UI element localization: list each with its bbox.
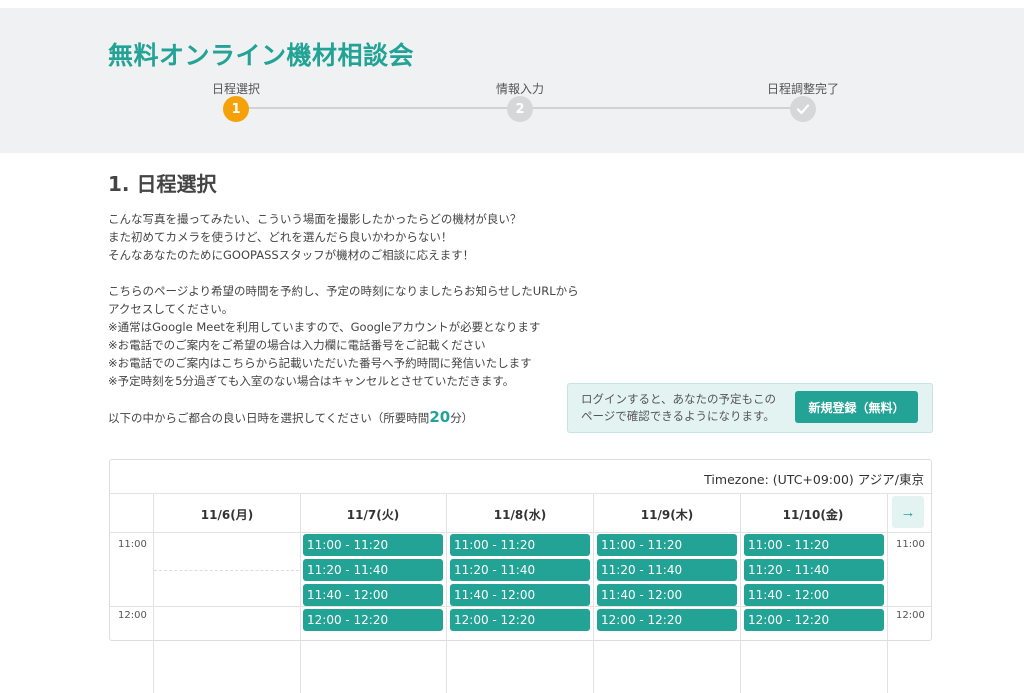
time-slot[interactable]: 11:40 - 12:00 xyxy=(744,584,884,606)
progress-stepper: 日程選択 1 情報入力 2 日程調整完了 xyxy=(0,8,1024,153)
time-slot[interactable]: 11:20 - 11:40 xyxy=(597,559,737,581)
time-label: 11:00 xyxy=(896,539,925,550)
section-title: 1. 日程選択 xyxy=(108,172,217,196)
time-slot[interactable]: 11:20 - 11:40 xyxy=(744,559,884,581)
day-header: 11/8(水) xyxy=(493,508,547,522)
day-header: 11/6(月) xyxy=(200,508,254,522)
intro-line: ※お電話でのご案内はこちらから記載いただいた番号へ予約時間に発信いたします xyxy=(108,356,532,370)
time-slot[interactable]: 11:40 - 12:00 xyxy=(597,584,737,606)
register-button[interactable]: 新規登録（無料） xyxy=(795,391,918,423)
day-header: 11/9(木) xyxy=(640,508,694,522)
step-marker-2: 2 xyxy=(507,96,533,122)
step-connector xyxy=(236,107,518,109)
intro-line: アクセスしてください。 xyxy=(108,302,234,316)
login-notice-text: ログインすると、あなたの予定もこの ページで確認できるようになります。 xyxy=(581,391,776,425)
day-header: 11/7(火) xyxy=(346,508,400,522)
column-divider xyxy=(446,493,447,693)
step-connector xyxy=(520,107,803,109)
step-label-complete: 日程調整完了 xyxy=(766,82,840,96)
intro-line: ※お電話でのご案内をご希望の場合は入力欄に電話番号をご記載ください xyxy=(108,338,486,352)
select-prompt-text: 以下の中からご都合の良い日時を選択してください（所要時間 xyxy=(108,411,430,425)
login-notice: ログインすると、あなたの予定もこの ページで確認できるようになります。 新規登録… xyxy=(567,383,933,433)
time-slot[interactable]: 11:00 - 11:20 xyxy=(597,534,737,556)
checkmark-icon xyxy=(790,96,816,122)
timezone-label: Timezone: (UTC+09:00) アジア/東京 xyxy=(704,472,924,487)
time-slot[interactable]: 11:00 - 11:20 xyxy=(744,534,884,556)
page-header: 無料オンライン機材相談会 日程選択 1 情報入力 2 日程調整完了 xyxy=(0,8,1024,153)
login-notice-line: ページで確認できるようになります。 xyxy=(581,409,775,423)
time-slot[interactable]: 11:40 - 12:00 xyxy=(303,584,443,606)
booking-calendar: Timezone: (UTC+09:00) アジア/東京 11/6(月) 11/… xyxy=(109,459,932,693)
time-slot[interactable]: 11:40 - 12:00 xyxy=(450,584,590,606)
time-slot[interactable]: 12:00 - 12:20 xyxy=(303,609,443,631)
column-divider xyxy=(740,493,741,693)
step-marker-1: 1 xyxy=(223,96,249,122)
step-label-schedule: 日程選択 xyxy=(211,82,261,96)
time-slot[interactable]: 12:00 - 12:20 xyxy=(450,609,590,631)
day-header: 11/10(金) xyxy=(782,508,844,522)
intro-line: こちらのページより希望の時間を予約し、予定の時刻になりましたらお知らせしたURL… xyxy=(108,284,579,298)
intro-line: こんな写真を撮ってみたい、こういう場面を撮影したかったらどの機材が良い？ xyxy=(108,212,522,226)
step-label-info: 情報入力 xyxy=(495,82,545,96)
select-prompt-suffix: 分） xyxy=(450,411,474,425)
time-slot[interactable]: 12:00 - 12:20 xyxy=(744,609,884,631)
intro-text: こんな写真を撮ってみたい、こういう場面を撮影したかったらどの機材が良い？ また初… xyxy=(108,210,579,390)
intro-line: ※通常はGoogle Meetを利用していますので、Googleアカウントが必要… xyxy=(108,320,541,334)
time-slot[interactable]: 11:00 - 11:20 xyxy=(450,534,590,556)
header-divider xyxy=(110,493,931,494)
time-slot[interactable]: 12:00 - 12:20 xyxy=(597,609,737,631)
login-notice-line: ログインすると、あなたの予定もこの xyxy=(581,392,777,406)
time-slot[interactable]: 11:00 - 11:20 xyxy=(303,534,443,556)
select-prompt: 以下の中からご都合の良い日時を選択してください（所要時間20分） xyxy=(108,408,473,426)
intro-line: そんなあなたのためにGOOPASSスタッフが機材のご相談に応えます！ xyxy=(108,248,475,262)
header-divider xyxy=(110,532,931,533)
hour-line xyxy=(110,606,931,607)
time-label: 11:00 xyxy=(118,539,147,550)
top-bar xyxy=(0,0,1024,8)
duration-minutes: 20 xyxy=(429,408,451,426)
next-week-button[interactable]: → xyxy=(892,496,924,528)
time-slot[interactable]: 11:20 - 11:40 xyxy=(450,559,590,581)
time-slot[interactable]: 11:20 - 11:40 xyxy=(303,559,443,581)
half-hour-line xyxy=(154,570,299,571)
column-divider xyxy=(153,493,154,693)
column-divider xyxy=(593,493,594,693)
arrow-right-icon: → xyxy=(900,503,916,521)
intro-line: ※予定時刻を5分過ぎても入室のない場合はキャンセルとさせていただきます。 xyxy=(108,374,515,388)
intro-line: また初めてカメラを使うけど、どれを選んだら良いかわからない！ xyxy=(108,230,453,244)
column-divider xyxy=(300,493,301,693)
column-divider xyxy=(887,493,888,693)
